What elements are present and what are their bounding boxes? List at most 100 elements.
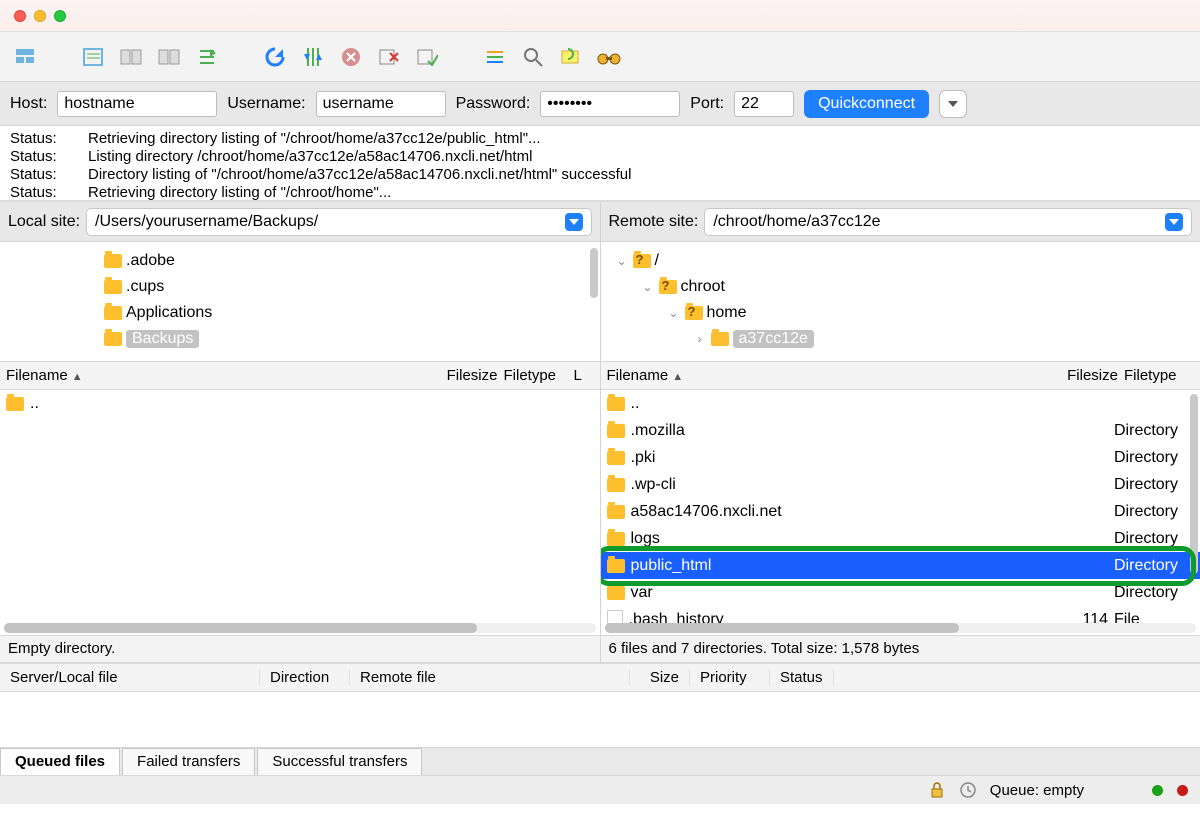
remote-path-combo[interactable]: /chroot/home/a37cc12e (704, 208, 1192, 236)
remote-tree[interactable]: ⌄/⌄chroot⌄home›a37cc12e (601, 242, 1200, 361)
disconnect-icon[interactable] (376, 44, 402, 70)
tree-item[interactable]: ›a37cc12e (605, 326, 1197, 352)
message-log[interactable]: Status: Retrieving directory listing of "… (0, 126, 1200, 202)
col-lastmod-trunc[interactable]: L (574, 367, 594, 384)
tree-item[interactable]: Backups (4, 326, 596, 352)
username-input[interactable] (316, 91, 446, 117)
qcol-direction[interactable]: Direction (260, 669, 350, 686)
qcol-priority[interactable]: Priority (690, 669, 770, 686)
tab-queued-files[interactable]: Queued files (0, 748, 120, 775)
reconnect-icon[interactable] (414, 44, 440, 70)
col-filename[interactable]: Filename▲ (6, 367, 434, 384)
file-row[interactable]: .wp-cliDirectory (601, 471, 1200, 498)
tree-item[interactable]: ⌄/ (605, 248, 1197, 274)
local-site-label: Local site: (8, 213, 80, 231)
folder-icon (6, 397, 24, 411)
col-filesize-remote[interactable]: Filesize (1054, 367, 1124, 384)
log-text: Retrieving directory listing of "/chroot… (88, 184, 391, 202)
tab-successful-transfers[interactable]: Successful transfers (257, 748, 422, 775)
list-status-bar: Empty directory. 6 files and 7 directori… (0, 636, 1200, 664)
col-filetype-remote[interactable]: Filetype (1124, 367, 1194, 384)
disclosure-triangle[interactable]: › (693, 332, 707, 346)
qcol-size[interactable]: Size (630, 669, 690, 686)
qcol-server[interactable]: Server/Local file (0, 669, 260, 686)
tree-item-label: .adobe (126, 252, 175, 270)
site-path-bar: Local site: /Users/yourusername/Backups/… (0, 202, 1200, 242)
tree-item-label: / (655, 252, 659, 270)
search-icon[interactable] (520, 44, 546, 70)
qcol-remote[interactable]: Remote file (350, 669, 630, 686)
file-row[interactable]: varDirectory (601, 579, 1200, 606)
quickconnect-history-button[interactable] (939, 90, 967, 118)
password-input[interactable] (540, 91, 680, 117)
scrollbar-thumb[interactable] (590, 248, 598, 298)
disclosure-triangle[interactable]: ⌄ (667, 306, 681, 320)
log-label: Status: (10, 148, 70, 166)
file-row[interactable]: a58ac14706.nxcli.netDirectory (601, 498, 1200, 525)
tree-item[interactable]: Applications (4, 300, 596, 326)
chevron-down-icon[interactable] (565, 213, 583, 231)
toggle-remote-tree-icon[interactable] (156, 44, 182, 70)
queue-body[interactable] (0, 692, 1200, 748)
local-tree[interactable]: .adobe .cupsApplications Backups (0, 242, 601, 361)
file-row[interactable]: logsDirectory (601, 525, 1200, 552)
scrollbar-horizontal[interactable] (605, 623, 1197, 633)
col-filesize[interactable]: Filesize (434, 367, 504, 384)
folder-icon (607, 451, 625, 465)
file-row[interactable]: .. (601, 390, 1200, 417)
file-type: Directory (1114, 503, 1194, 521)
scrollbar-vertical[interactable] (1190, 394, 1198, 574)
local-status-text: Empty directory. (0, 636, 601, 662)
file-row[interactable]: .pkiDirectory (601, 444, 1200, 471)
file-type: Directory (1114, 422, 1194, 440)
col-filename-remote[interactable]: Filename▲ (607, 367, 1055, 384)
window-close-button[interactable] (14, 10, 26, 22)
binoculars-icon[interactable] (596, 44, 622, 70)
tab-failed-transfers[interactable]: Failed transfers (122, 748, 255, 775)
tree-item[interactable]: ⌄ home (605, 300, 1197, 326)
local-path-value: /Users/yourusername/Backups/ (95, 213, 318, 231)
tree-item-label: home (707, 304, 747, 322)
window-titlebar (0, 0, 1200, 32)
remote-path-value: /chroot/home/a37cc12e (713, 213, 880, 231)
file-name: logs (631, 530, 660, 548)
lock-icon[interactable] (930, 782, 946, 798)
local-file-list[interactable]: .. (0, 390, 601, 635)
tree-item[interactable]: ⌄ chroot (605, 274, 1197, 300)
password-label: Password: (456, 95, 531, 113)
folder-icon (607, 559, 625, 573)
tree-item[interactable]: .cups (4, 274, 596, 300)
window-maximize-button[interactable] (54, 10, 66, 22)
local-path-combo[interactable]: /Users/yourusername/Backups/ (86, 208, 591, 236)
port-input[interactable] (734, 91, 794, 117)
disclosure-triangle[interactable]: ⌄ (641, 280, 655, 294)
file-filter-icon[interactable] (482, 44, 508, 70)
cancel-icon[interactable] (338, 44, 364, 70)
file-name: .. (631, 395, 640, 413)
toggle-queue-icon[interactable] (194, 44, 220, 70)
host-input[interactable] (57, 91, 217, 117)
site-manager-icon[interactable] (12, 44, 38, 70)
folder-icon (607, 478, 625, 492)
tree-item-label: chroot (681, 278, 725, 296)
refresh-icon[interactable] (262, 44, 288, 70)
tree-item[interactable]: .adobe (4, 248, 596, 274)
disclosure-triangle[interactable]: ⌄ (615, 254, 629, 268)
remote-site-label: Remote site: (609, 213, 699, 231)
file-row[interactable]: public_htmlDirectory (601, 552, 1200, 579)
toggle-local-tree-icon[interactable] (118, 44, 144, 70)
compare-icon[interactable] (558, 44, 584, 70)
window-minimize-button[interactable] (34, 10, 46, 22)
qcol-status[interactable]: Status (770, 669, 834, 686)
chevron-down-icon[interactable] (1165, 213, 1183, 231)
clock-icon[interactable] (960, 782, 976, 798)
remote-file-list[interactable]: .. .mozillaDirectory.pkiDirectory.wp-cliD… (601, 390, 1200, 635)
quickconnect-button[interactable]: Quickconnect (804, 90, 929, 118)
toggle-log-icon[interactable] (80, 44, 106, 70)
file-row[interactable]: .mozillaDirectory (601, 417, 1200, 444)
tree-item-label: Backups (126, 330, 199, 348)
process-queue-icon[interactable] (300, 44, 326, 70)
col-filetype[interactable]: Filetype (504, 367, 574, 384)
scrollbar-horizontal[interactable] (4, 623, 596, 633)
file-row[interactable]: .. (0, 390, 600, 417)
